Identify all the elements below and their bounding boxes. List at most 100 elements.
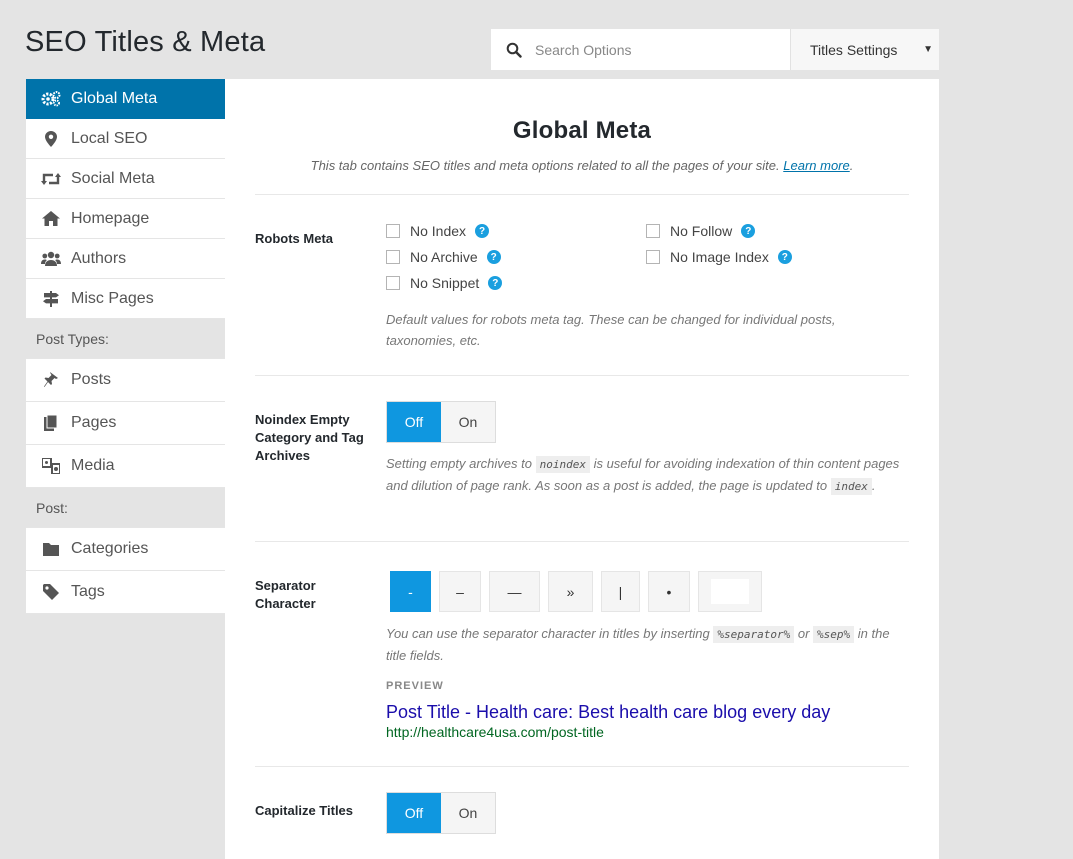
custom-input-field[interactable] [711,579,749,604]
preview-url: http://healthcare4usa.com/post-title [386,724,604,740]
caret-down-icon: ▼ [923,44,933,55]
main-panel: Global Meta This tab contains SEO titles… [225,79,939,859]
separator-options: - – — » | • [390,571,770,612]
sidebar-item-misc-pages[interactable]: Misc Pages [26,279,225,319]
code-index: index [830,478,872,495]
code-noindex: noindex [535,456,590,473]
sidebar-item-label: Pages [71,414,117,431]
capitalize-on-option[interactable]: On [441,793,495,833]
help-icon[interactable]: ? [475,224,490,238]
separator-option[interactable]: - [390,571,431,612]
sidebar-item-authors[interactable]: Authors [26,239,225,279]
noindex-off-option[interactable]: Off [387,402,441,442]
separator-option[interactable]: | [601,571,640,612]
sidebar-item-label: Posts [71,371,112,388]
checkbox-box[interactable] [646,224,660,238]
learn-more-link[interactable]: Learn more [783,158,849,173]
separator-option[interactable]: » [548,571,593,612]
home-icon [41,210,61,228]
sidebar-item-global-meta[interactable]: Global Meta [26,79,225,119]
capitalize-toggle: Off On [386,792,496,834]
noindex-label: Noindex Empty Category and Tag Archives [255,412,364,463]
sidebar-item-media[interactable]: Media [26,445,225,488]
sidebar-item-label: Authors [71,249,127,267]
search-input[interactable] [533,40,777,59]
checkbox-box[interactable] [386,276,400,290]
checkbox-label: No Follow [670,223,733,239]
sidebar-item-label: Homepage [71,209,150,227]
desc-text: You can use the separator character in t… [386,626,710,641]
sidebar-item-label: Tags [71,583,105,600]
sidebar-item-label: Misc Pages [71,289,154,307]
no-archive-checkbox[interactable]: No Archive ? [386,249,501,265]
section-title: Global Meta [512,117,652,144]
sidebar: Global Meta Local SEO Social Meta Homepa… [26,79,225,614]
code-sep: %sep% [813,626,855,643]
code-separator: %separator% [713,626,795,643]
help-icon[interactable]: ? [777,250,792,264]
divider [255,375,909,376]
media-icon [41,457,61,475]
signpost-icon [41,290,61,308]
page-title: SEO Titles & Meta [25,26,266,58]
checkbox-box[interactable] [386,224,400,238]
checkbox-label: No Archive [410,249,478,265]
sidebar-item-categories[interactable]: Categories [26,528,225,571]
no-follow-checkbox[interactable]: No Follow ? [646,223,756,239]
separator-description: You can use the separator character in t… [386,623,906,666]
help-icon[interactable]: ? [488,276,503,290]
divider [255,194,909,195]
separator-option[interactable]: • [648,571,690,612]
sidebar-item-local-seo[interactable]: Local SEO [26,119,225,159]
retweet-icon [41,170,61,188]
desc-text: or [797,626,810,641]
search-icon [506,42,522,58]
robots-meta-description: Default values for robots meta tag. Thes… [386,312,836,348]
gears-icon [41,90,61,108]
sidebar-item-label: Categories [71,540,149,557]
sidebar-group-post-types: Post Types: [26,319,225,359]
sidebar-item-label: Global Meta [71,89,158,107]
divider [255,766,909,767]
users-icon [41,250,61,268]
pin-icon [41,371,61,389]
capitalize-label: Capitalize Titles [255,803,354,818]
no-image-index-checkbox[interactable]: No Image Index ? [646,249,792,265]
tag-icon [41,583,61,601]
sidebar-item-tags[interactable]: Tags [26,571,225,614]
preview-label: PREVIEW [386,680,444,692]
capitalize-off-option[interactable]: Off [387,793,441,833]
noindex-on-option[interactable]: On [441,402,495,442]
checkbox-box[interactable] [386,250,400,264]
desc-text: Setting empty archives to [386,456,532,471]
sidebar-item-label: Social Meta [71,169,155,187]
no-snippet-checkbox[interactable]: No Snippet ? [386,275,503,291]
checkbox-label: No Index [410,223,467,239]
help-icon[interactable]: ? [486,250,501,264]
sidebar-item-posts[interactable]: Posts [26,359,225,402]
preview-title: Post Title - Health care: Best health ca… [386,702,831,722]
checkbox-label: No Snippet [410,275,480,291]
separator-option[interactable]: – [439,571,481,612]
section-description: This tab contains SEO titles and meta op… [310,158,854,173]
divider [255,541,909,542]
section-description-text: This tab contains SEO titles and meta op… [310,158,780,173]
separator-option[interactable]: — [489,571,540,612]
settings-select-value: Titles Settings [810,41,898,58]
map-marker-icon [41,130,61,148]
noindex-toggle: Off On [386,401,496,443]
separator-custom-input[interactable] [698,571,762,612]
checkbox-box[interactable] [646,250,660,264]
help-icon[interactable]: ? [741,224,756,238]
sidebar-item-pages[interactable]: Pages [26,402,225,445]
sidebar-item-homepage[interactable]: Homepage [26,199,225,239]
settings-select[interactable]: Titles Settings ▼ [791,29,939,70]
search-bar: Titles Settings ▼ [491,29,939,70]
sidebar-group-post: Post: [26,488,225,528]
noindex-description: Setting empty archives to noindex is use… [386,453,906,497]
search-box[interactable] [491,29,791,70]
no-index-checkbox[interactable]: No Index ? [386,223,490,239]
sidebar-item-label: Media [71,457,115,474]
sidebar-item-social-meta[interactable]: Social Meta [26,159,225,199]
separator-label: Separator Character [255,578,316,611]
